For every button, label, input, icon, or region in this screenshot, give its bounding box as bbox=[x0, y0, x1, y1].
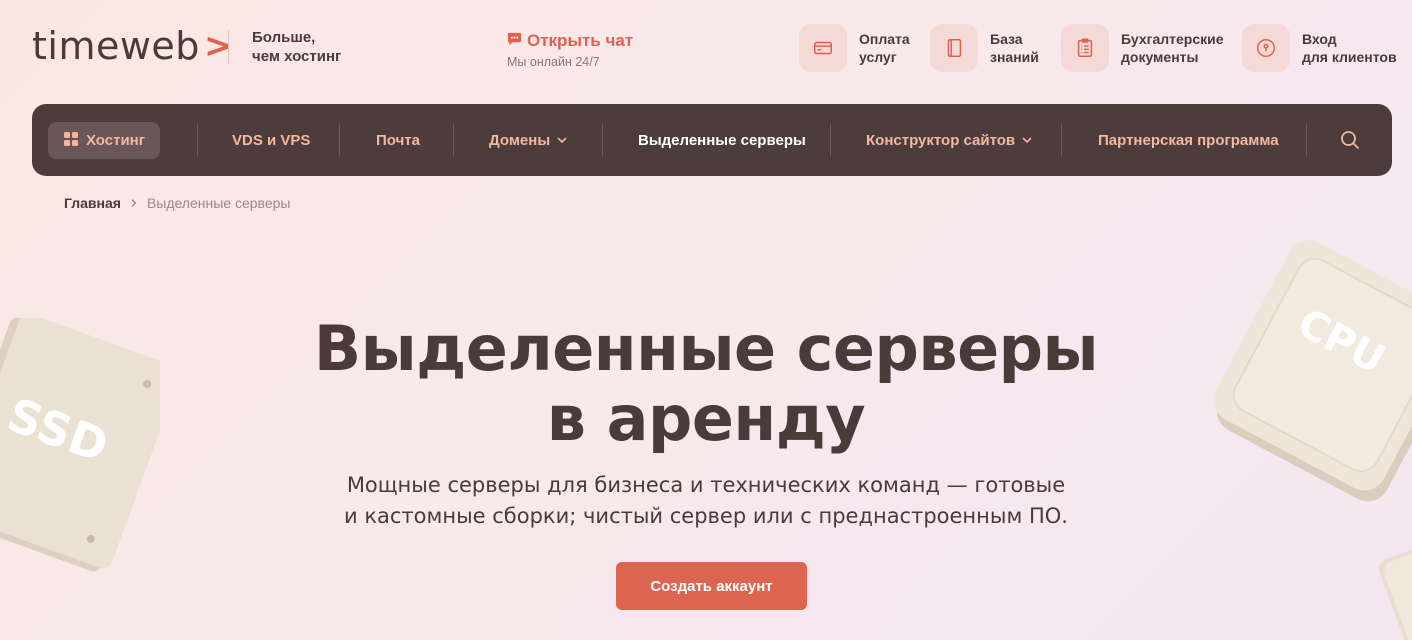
nav-divider bbox=[602, 124, 603, 156]
page-subtitle-line2: и кастомные сборки; чистый сервер или с … bbox=[344, 504, 1068, 528]
nav-item-dedicated-servers[interactable]: Выделенные серверы bbox=[638, 104, 806, 176]
accounting-docs-label: Бухгалтерские документы bbox=[1121, 30, 1224, 66]
nav-item-dedicated-servers-label: Выделенные серверы bbox=[638, 131, 806, 149]
page-subtitle: Мощные серверы для бизнеса и технических… bbox=[0, 470, 1412, 532]
accounting-docs-label-line1: Бухгалтерские bbox=[1121, 31, 1224, 47]
breadcrumb: Главная Выделенные серверы bbox=[64, 195, 290, 211]
nav-item-partner-program[interactable]: Партнерская программа bbox=[1098, 104, 1279, 176]
accounting-docs-label-line2: документы bbox=[1121, 49, 1199, 65]
nav-divider bbox=[1306, 124, 1307, 156]
client-login-label-line1: Вход bbox=[1302, 31, 1337, 47]
page-title-line1: Выделенные серверы bbox=[313, 312, 1099, 385]
nav-item-mail-label: Почта bbox=[376, 131, 420, 149]
top-header: timeweb > Больше, чем хостинг Открыть ча… bbox=[0, 0, 1412, 96]
tagline-line1: Больше, bbox=[252, 29, 316, 46]
nav-divider bbox=[453, 124, 454, 156]
keyhole-icon bbox=[1242, 24, 1290, 72]
open-chat-link[interactable]: Открыть чат bbox=[507, 31, 633, 51]
chat-block: Открыть чат Мы онлайн 24/7 bbox=[507, 31, 633, 69]
nav-divider bbox=[339, 124, 340, 156]
chevron-down-icon bbox=[1021, 134, 1033, 146]
card-icon bbox=[799, 24, 847, 72]
knowledge-base-link[interactable]: База знаний bbox=[930, 24, 1039, 72]
nav-divider bbox=[197, 124, 198, 156]
payment-label: Оплата услуг bbox=[859, 30, 910, 66]
logo-divider bbox=[228, 30, 229, 64]
nav-item-site-builder-label: Конструктор сайтов bbox=[866, 131, 1016, 149]
nav-hosting-button[interactable]: Хостинг bbox=[48, 122, 160, 159]
page-title-line2: в аренду bbox=[546, 382, 866, 455]
nav-item-mail[interactable]: Почта bbox=[376, 104, 420, 176]
client-login-label: Вход для клиентов bbox=[1302, 30, 1397, 66]
nav-item-vds[interactable]: VDS и VPS bbox=[232, 104, 310, 176]
page-title: Выделенные серверы в аренду bbox=[0, 314, 1412, 454]
tagline: Больше, чем хостинг bbox=[252, 28, 341, 66]
nav-divider bbox=[830, 124, 831, 156]
nav-item-site-builder[interactable]: Конструктор сайтов bbox=[866, 104, 1033, 176]
knowledge-base-label-line2: знаний bbox=[990, 49, 1039, 65]
nav-item-partner-program-label: Партнерская программа bbox=[1098, 131, 1279, 149]
chevron-down-icon bbox=[556, 134, 568, 146]
nav-item-domains[interactable]: Домены bbox=[489, 104, 568, 176]
payment-label-line1: Оплата bbox=[859, 31, 910, 47]
nav-item-domains-label: Домены bbox=[489, 131, 551, 149]
nav-divider bbox=[1061, 124, 1062, 156]
nav-item-vds-label: VDS и VPS bbox=[232, 131, 311, 149]
payment-link[interactable]: Оплата услуг bbox=[799, 24, 910, 72]
knowledge-base-label: База знаний bbox=[990, 30, 1039, 66]
main-nav: Хостинг VDS и VPS Почта Домены Выделенны… bbox=[32, 104, 1392, 176]
nav-hosting-label: Хостинг bbox=[86, 132, 145, 149]
open-chat-label: Открыть чат bbox=[527, 31, 634, 50]
chevron-right-icon bbox=[129, 198, 139, 208]
breadcrumb-home[interactable]: Главная bbox=[64, 195, 121, 211]
search-icon[interactable] bbox=[1338, 128, 1362, 152]
logo[interactable]: timeweb > bbox=[32, 24, 233, 68]
book-icon bbox=[930, 24, 978, 72]
logo-text: timeweb bbox=[32, 24, 200, 68]
chat-bubble-icon bbox=[507, 31, 522, 51]
grid-icon bbox=[63, 131, 79, 151]
accounting-docs-link[interactable]: Бухгалтерские документы bbox=[1061, 24, 1224, 72]
client-login-label-line2: для клиентов bbox=[1302, 49, 1397, 65]
client-login-link[interactable]: Вход для клиентов bbox=[1242, 24, 1397, 72]
tagline-line2: чем хостинг bbox=[252, 48, 342, 65]
create-account-button[interactable]: Создать аккаунт bbox=[616, 562, 807, 610]
chip-fragment-illustration bbox=[1378, 540, 1412, 640]
breadcrumb-current: Выделенные серверы bbox=[146, 195, 291, 211]
page-subtitle-line1: Мощные серверы для бизнеса и технических… bbox=[346, 473, 1066, 497]
clipboard-icon bbox=[1061, 24, 1109, 72]
payment-label-line2: услуг bbox=[859, 49, 897, 65]
knowledge-base-label-line1: База bbox=[990, 31, 1023, 47]
chat-online-status: Мы онлайн 24/7 bbox=[507, 55, 600, 69]
